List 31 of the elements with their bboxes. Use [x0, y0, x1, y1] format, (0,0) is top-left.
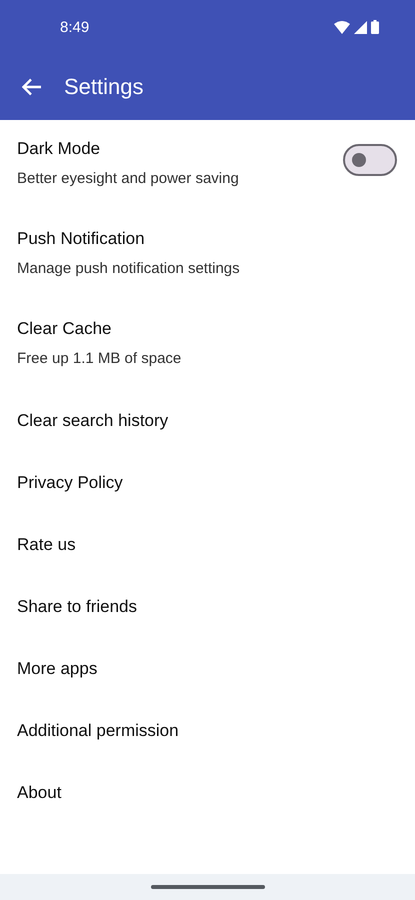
item-title: Additional permission — [17, 721, 180, 741]
item-title: Clear Cache — [17, 319, 112, 339]
item-description: Manage push notification settings — [17, 260, 241, 277]
item-description: Better eyesight and power saving — [17, 170, 240, 187]
item-title: Privacy Policy — [17, 473, 124, 493]
settings-item[interactable]: Privacy Policy — [0, 452, 415, 514]
battery-icon — [371, 20, 379, 34]
item-title: More apps — [17, 659, 98, 679]
settings-item[interactable]: Clear Cache Free up 1.1 MB of space — [0, 300, 415, 390]
settings-item[interactable]: Rate us — [0, 514, 415, 576]
settings-item[interactable]: About — [0, 762, 415, 824]
settings-item[interactable]: Dark Mode Better eyesight and power saving — [0, 120, 415, 210]
item-description: Free up 1.1 MB of space — [17, 350, 182, 367]
item-title: Clear search history — [17, 411, 170, 431]
settings-item[interactable]: Push Notification Manage push notification settings — [0, 210, 415, 300]
wifi-icon — [334, 20, 350, 34]
back-arrow-icon — [22, 78, 42, 96]
settings-item[interactable]: Share to friends — [0, 576, 415, 638]
status-time: 8:49 — [60, 18, 90, 36]
item-title: Rate us — [17, 535, 77, 555]
signal-icon — [354, 20, 367, 34]
toggle-switch[interactable] — [343, 144, 397, 176]
settings-item[interactable]: More apps — [0, 638, 415, 700]
item-title: Dark Mode — [17, 139, 102, 159]
item-title: Share to friends — [17, 597, 138, 617]
item-title: About — [17, 783, 62, 803]
back-button[interactable] — [22, 78, 42, 96]
item-title: Push Notification — [17, 229, 146, 249]
settings-item[interactable]: Additional permission — [0, 700, 415, 762]
screen-title: Settings — [64, 74, 144, 100]
settings-item[interactable]: Clear search history — [0, 390, 415, 452]
